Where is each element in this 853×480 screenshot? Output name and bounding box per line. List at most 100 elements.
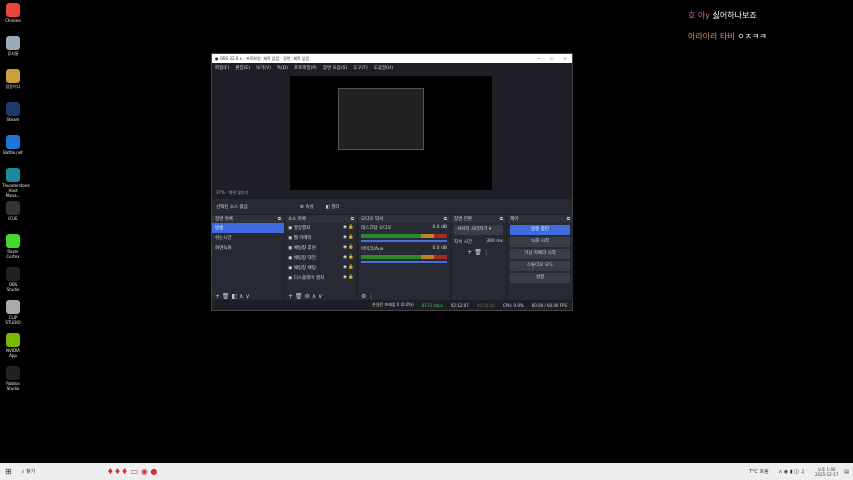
dock-title: 장면 목록	[215, 217, 233, 222]
transition-value: 서서히 사라지기	[457, 227, 488, 232]
visibility-icon[interactable]: ◉	[343, 245, 347, 250]
control-label: 가상 카메라 시작	[524, 251, 556, 256]
properties-label: 속성	[305, 204, 314, 210]
minimize-button[interactable]: ─	[538, 56, 540, 61]
scene-name: 쉬는시간	[215, 236, 232, 241]
desktop-icon[interactable]: OBS Studio	[2, 267, 24, 292]
desktop-icon[interactable]: CLIP STUDIO	[2, 300, 24, 325]
icon-label: 업동이니	[5, 84, 21, 89]
app-icon	[6, 267, 20, 281]
visibility-icon[interactable]: ◉	[343, 265, 347, 270]
icon-label: CLIP STUDIO	[5, 315, 21, 325]
desktop-icon[interactable]: Battle.net	[2, 135, 24, 155]
properties-button[interactable]: ⚙ 속성	[300, 204, 314, 210]
filters-button[interactable]: ◧ 필터	[326, 204, 340, 210]
lock-icon[interactable]: 🔒	[348, 245, 354, 250]
desktop-icon[interactable]: Roblox Studio	[2, 366, 24, 391]
desktop-icon[interactable]: NVIDIA App	[2, 333, 24, 358]
icon-label: NVIDIA App	[6, 348, 20, 358]
scene-name: 화면녹화	[215, 246, 232, 251]
source-name: 채팅창 대전	[293, 256, 316, 261]
desktop-icon[interactable]: Thunderstone Host Mana...	[2, 168, 30, 198]
zoom-level[interactable]: 37%	[216, 190, 225, 195]
lock-icon[interactable]: 🔒	[348, 275, 354, 280]
search-box[interactable]: ⌕ 찾기	[22, 468, 72, 475]
control-button[interactable]: 방송 중단	[510, 225, 570, 235]
scene-name: 방송	[215, 226, 224, 231]
preview-toolbar: 37% · 화면 맞추기	[216, 190, 249, 195]
dock-title: 소스 목록	[288, 217, 306, 222]
control-button[interactable]: 스튜디오 모드	[510, 261, 570, 271]
control-button[interactable]: 설정	[510, 273, 570, 283]
source-item[interactable]: ▣ 디스플레이 캡처 ◉ 🔒	[285, 273, 357, 283]
desktop-icon[interactable]: Steam	[2, 102, 24, 122]
date: 2025-12-17	[815, 471, 839, 477]
cpu-usage: CPU: 0.9%	[502, 302, 524, 308]
source-item[interactable]: ▣ 채팅창 대전 ◉ 🔒	[285, 253, 357, 263]
scene-item[interactable]: 화면녹화	[212, 243, 284, 253]
source-item[interactable]: ▣ 채팅창 후원 ◉ 🔒	[285, 243, 357, 253]
clock[interactable]: 오후 1:40 2025-12-17	[815, 467, 838, 477]
channel-name: 데스크탑 오디오	[361, 226, 392, 231]
app-icon	[6, 201, 20, 215]
desktop-icon[interactable]: Chrome	[2, 3, 24, 23]
volume-slider[interactable]	[361, 240, 447, 242]
menu-item[interactable]: 도움말(H)	[374, 65, 393, 71]
tray-icons[interactable]: ∧ ◉ ▮ ◫ ♫	[779, 469, 805, 475]
start-button[interactable]: ⊞	[5, 467, 12, 476]
scene-item[interactable]: 쉬는시간	[212, 233, 284, 243]
control-button[interactable]: 가상 카메라 시작	[510, 249, 570, 259]
source-item[interactable]: ▣ 웹 카메라 ◉ 🔒	[285, 233, 357, 243]
menu-item[interactable]: 보기(V)	[256, 65, 271, 71]
lock-icon[interactable]: 🔒	[348, 235, 354, 240]
visibility-icon[interactable]: ◉	[343, 255, 347, 260]
lock-icon[interactable]: 🔒	[348, 265, 354, 270]
pinned-apps[interactable]: ♦♦♦ ▭ ◉ ●	[107, 467, 158, 476]
weather[interactable]: 7°C 흐림	[749, 468, 769, 475]
duration-input[interactable]: 300 ms	[486, 239, 503, 245]
source-type-icon: ▣	[288, 266, 293, 271]
control-button[interactable]: 녹화 시작	[510, 237, 570, 247]
notification-icon[interactable]: ▤	[844, 469, 849, 475]
audio-channel: 마이크/Aux 0.0 dB	[358, 244, 450, 263]
source-type-icon: ▣	[288, 276, 293, 281]
channel-db: 0.0 dB	[432, 225, 447, 230]
desktop-icon[interactable]: 휴지통	[2, 36, 24, 57]
volume-slider[interactable]	[361, 261, 447, 263]
transition-select[interactable]: 서서히 사라지기 ▾	[454, 225, 503, 235]
visibility-icon[interactable]: ◉	[343, 235, 347, 240]
menu-bar: 파일(F) 편집(E) 보기(V) 독(D) 프로파일(P) 장면 모음(S) 도구(T) 도…	[212, 63, 572, 72]
menu-item[interactable]: 도구(T)	[353, 65, 368, 71]
maximize-button[interactable]: ☐	[550, 56, 554, 61]
fps: 60.00 / 60.00 FPS	[531, 302, 567, 308]
source-item[interactable]: ▣ 채팅창 채팅 ◉ 🔒	[285, 263, 357, 273]
desktop-icon[interactable]: 업동이니	[2, 69, 24, 90]
menu-item[interactable]: 편집(E)	[235, 65, 250, 71]
preview-canvas[interactable]	[290, 76, 492, 190]
transitions-dock: 장면 전환 ⧉ 서서히 사라지기 ▾ 지속 시간 300 ms + 🗑 ⋮	[451, 215, 506, 302]
fit-button[interactable]: 화면 맞추기	[229, 190, 249, 195]
icon-label: Battle.net	[3, 150, 23, 155]
menu-item[interactable]: 독(D)	[277, 65, 288, 71]
close-button[interactable]: ✕	[564, 56, 567, 61]
menu-item[interactable]: 파일(F)	[215, 65, 229, 71]
visibility-icon[interactable]: ◉	[343, 275, 347, 280]
control-label: 방송 중단	[531, 227, 549, 232]
desktop-icon[interactable]: ICUE	[2, 201, 24, 221]
desktop-icon[interactable]: Razer Cortex	[2, 234, 24, 259]
search-label: 찾기	[26, 469, 36, 475]
lock-icon[interactable]: 🔒	[348, 225, 354, 230]
menu-item[interactable]: 프로파일(P)	[294, 65, 317, 71]
lock-icon[interactable]: 🔒	[348, 255, 354, 260]
visibility-icon[interactable]: ◉	[343, 225, 347, 230]
source-item[interactable]: ▣ 영상캡처 ◉ 🔒	[285, 223, 357, 233]
transition-toolbar[interactable]: + 🗑 ⋮	[451, 247, 506, 257]
title-bar: ● OBS 32.0.x - 프로파일: 제목 없음 - 장면: 제목 없음 ─…	[212, 54, 572, 63]
source-type-icon: ▣	[288, 256, 293, 261]
menu-item[interactable]: 장면 모음(S)	[323, 65, 347, 71]
app-icon	[6, 36, 20, 50]
icon-label: Razer Cortex	[6, 249, 20, 259]
dock-title: 제어	[510, 217, 519, 222]
app-icon	[6, 135, 20, 149]
scene-item[interactable]: 방송	[212, 223, 284, 233]
